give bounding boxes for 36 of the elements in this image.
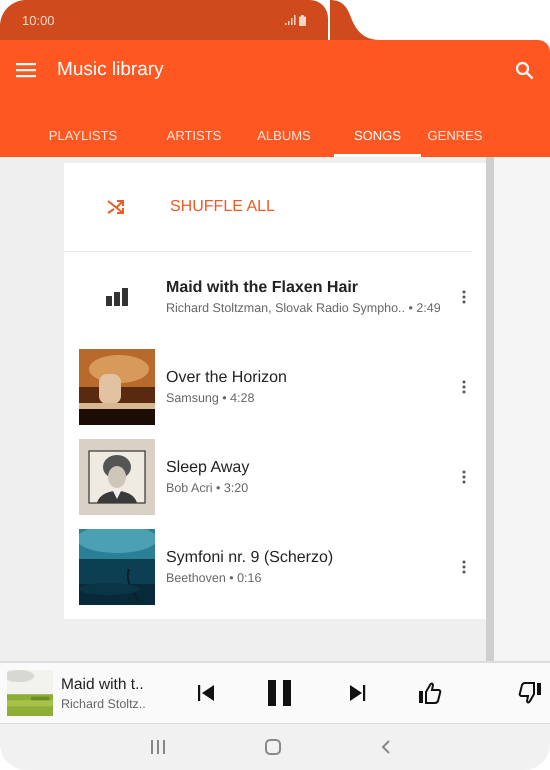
more-options-icon[interactable] [462, 470, 466, 484]
thumbs-up-icon[interactable] [418, 682, 442, 704]
back-icon[interactable] [380, 740, 390, 754]
song-subtitle: Richard Stoltzman, Slovak Radio Sympho.. • 2:49 [166, 301, 442, 315]
song-title: Sleep Away [166, 459, 250, 477]
song-title: Maid with the Flaxen Hair [166, 279, 360, 297]
tab[interactable]: PLAYLISTS [30, 117, 136, 157]
battery-icon [299, 14, 306, 26]
search-icon[interactable] [515, 60, 534, 80]
more-options-icon[interactable] [462, 560, 466, 574]
now-playing-artist: Richard Stoltz.. [61, 696, 147, 710]
more-options-icon[interactable] [462, 380, 466, 394]
recent-apps-icon[interactable] [150, 740, 164, 754]
song-subtitle: Samsung • 4:28 [166, 391, 256, 405]
shuffle-icon[interactable] [107, 199, 125, 215]
tab[interactable]: GENRES [421, 117, 489, 157]
menu-icon[interactable] [16, 62, 36, 78]
thumbs-down-icon[interactable] [518, 682, 542, 704]
equalizer-icon [106, 288, 128, 306]
now-playing-title: Maid with t.. [61, 676, 145, 694]
home-icon[interactable] [264, 739, 280, 755]
song-title: Over the Horizon [166, 369, 288, 387]
shuffle-all-button[interactable]: SHUFFLE ALL [170, 198, 275, 216]
app-title: Music library [57, 59, 164, 81]
song-title: Symfoni nr. 9 (Scherzo) [166, 549, 334, 567]
pause-icon[interactable] [268, 680, 291, 706]
previous-icon[interactable] [198, 685, 216, 701]
tab[interactable]: ARTISTS [146, 117, 242, 157]
scrollbar[interactable] [486, 157, 494, 661]
song-subtitle: Beethoven • 0:16 [166, 571, 262, 585]
next-icon[interactable] [348, 685, 366, 701]
signal-icon [285, 15, 296, 25]
song-subtitle: Bob Acri • 3:20 [166, 481, 250, 495]
more-options-icon[interactable] [462, 290, 466, 304]
tab[interactable]: ALBUMS [242, 117, 326, 157]
status-time: 10:00 [22, 12, 55, 28]
